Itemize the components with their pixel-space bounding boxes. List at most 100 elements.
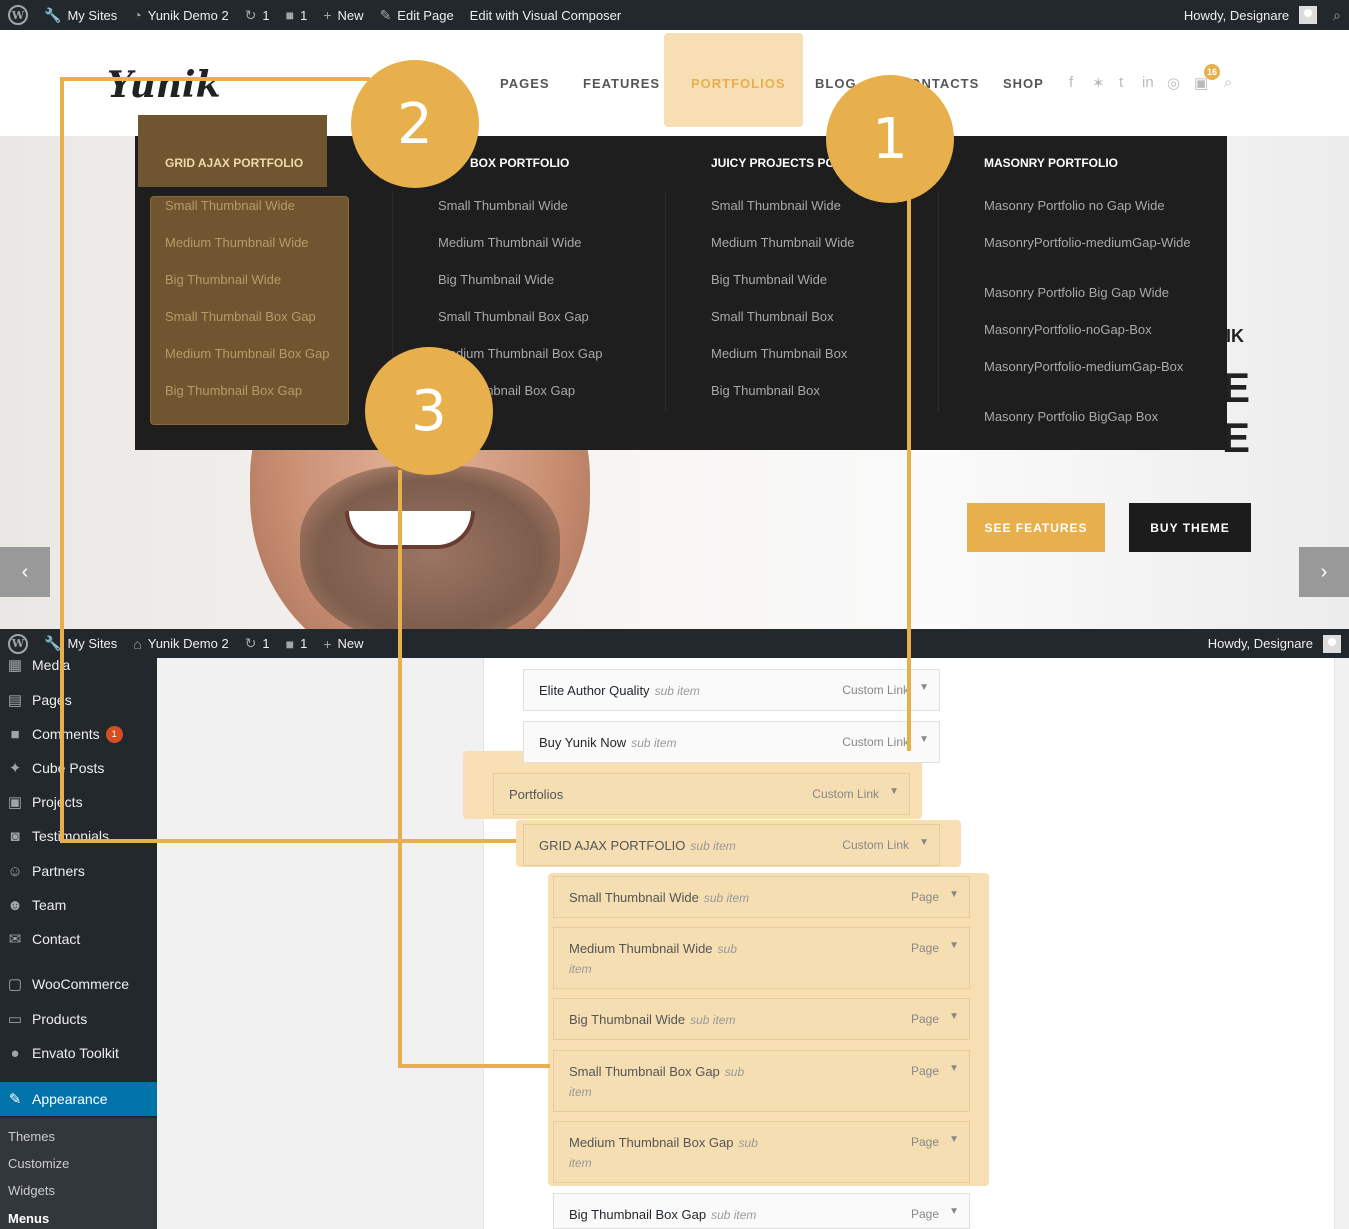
nav-pages[interactable]: PAGES (500, 76, 550, 91)
admin-search[interactable]: ⌕ (1325, 0, 1349, 30)
menu-item[interactable]: Medium Thumbnail Box Gap sub item Page ▼ (553, 1121, 970, 1183)
mega-link[interactable]: Medium Thumbnail Wide (711, 236, 855, 249)
dropdown-arrow-icon[interactable]: ▼ (949, 1206, 959, 1217)
sidebar-item-testimonials[interactable]: ◙ Testimonials (0, 819, 157, 853)
mega-link[interactable]: Medium Thumbnail Box Gap (165, 347, 330, 360)
nav-portfolios[interactable]: PORTFOLIOS (691, 76, 786, 91)
facebook-icon[interactable]: f (1069, 74, 1073, 91)
linkedin-icon[interactable]: in (1142, 74, 1154, 91)
sidebar-item-contact[interactable]: ✉ Contact (0, 922, 157, 956)
site-logo[interactable]: Yunik (107, 64, 221, 106)
dropdown-arrow-icon[interactable]: ▼ (919, 682, 929, 693)
mega-link[interactable]: MasonryPortfolio-noGap-Box (984, 323, 1152, 336)
mega-link[interactable]: Big Thumbnail Wide (711, 273, 827, 286)
account-menu[interactable]: Howdy, Designare (1176, 0, 1325, 30)
slider-next-button[interactable]: › (1299, 547, 1349, 597)
sidebar-item-appearance[interactable]: ✎ Appearance (0, 1082, 157, 1116)
mega-link[interactable]: Big Thumbnail Box (711, 384, 820, 397)
buy-theme-button[interactable]: BUY THEME (1129, 503, 1251, 552)
mega-link[interactable]: Small Thumbnail Wide (711, 199, 841, 212)
dropdown-arrow-icon[interactable]: ▼ (949, 1011, 959, 1022)
wordpress-icon: W (8, 5, 28, 25)
menu-item-title: GRID AJAX PORTFOLIO sub item (539, 838, 736, 853)
menu-item[interactable]: Small Thumbnail Wide sub item Page ▼ (553, 876, 970, 918)
mega-col-title[interactable]: JUICY PROJECTS POR (711, 156, 843, 170)
mega-link[interactable]: Small Thumbnail Box Gap (165, 310, 316, 323)
sidebar-item-partners[interactable]: ☺ Partners (0, 854, 157, 888)
mega-col-title[interactable]: GRID AJAX PORTFOLIO (165, 156, 303, 170)
submenu-customize[interactable]: Customize (8, 1156, 69, 1171)
mega-link[interactable]: Masonry Portfolio Big Gap Wide (984, 286, 1169, 299)
sidebar-item-team[interactable]: ☻ Team (0, 888, 157, 922)
menu-item-title: Medium Thumbnail Wide sub item (569, 941, 737, 982)
menu-item[interactable]: Small Thumbnail Box Gap sub item Page ▼ (553, 1050, 970, 1112)
nav-features[interactable]: FEATURES (583, 76, 660, 91)
sidebar-item-media[interactable]: ▦ Media (0, 648, 157, 682)
menu-item[interactable]: Portfolios Custom Link ▼ (493, 773, 910, 815)
edit-page-link[interactable]: ✎ Edit Page (372, 0, 462, 30)
submenu-widgets[interactable]: Widgets (8, 1183, 55, 1198)
dropdown-arrow-icon[interactable]: ▼ (949, 1063, 959, 1074)
my-sites-menu[interactable]: 🔧 My Sites (36, 0, 125, 30)
comments-menu[interactable]: ■ 1 (278, 629, 316, 659)
sidebar-item-projects[interactable]: ▣ Projects (0, 785, 157, 819)
site-name-menu[interactable]: ◔ Yunik Demo 2 (125, 0, 236, 30)
twitter-icon[interactable]: ✶ (1092, 74, 1105, 92)
mega-link[interactable]: MasonryPortfolio-mediumGap-Box (984, 360, 1194, 373)
tumblr-icon[interactable]: t (1119, 74, 1123, 91)
comments-menu[interactable]: ■ 1 (278, 0, 316, 30)
menu-item[interactable]: Elite Author Quality sub item Custom Link… (523, 669, 940, 711)
pages-icon: ▤ (7, 692, 23, 709)
nav-shop[interactable]: SHOP (1003, 76, 1044, 91)
slider-prev-button[interactable]: ‹ (0, 547, 50, 597)
see-features-button[interactable]: SEE FEATURES (967, 503, 1105, 552)
dropdown-arrow-icon[interactable]: ▼ (889, 786, 899, 797)
submenu-themes[interactable]: Themes (8, 1129, 55, 1144)
sidebar-item-products[interactable]: ▭ Products (0, 1002, 157, 1036)
updates-menu[interactable]: ↻ 1 (237, 0, 278, 30)
sidebar-item-envato-toolkit[interactable]: ● Envato Toolkit (0, 1036, 157, 1070)
new-content-menu[interactable]: + New (315, 0, 371, 30)
visual-composer-link[interactable]: Edit with Visual Composer (462, 0, 630, 30)
menu-item[interactable]: Big Thumbnail Wide sub item Page ▼ (553, 998, 970, 1040)
mega-link[interactable]: Masonry Portfolio BigGap Box (984, 410, 1158, 423)
menu-item[interactable]: Buy Yunik Now sub item Custom Link ▼ (523, 721, 940, 763)
dribbble-icon[interactable]: ◎ (1167, 74, 1180, 92)
pin-icon: ✦ (8, 760, 22, 777)
sidebar-item-pages[interactable]: ▤ Pages (0, 683, 157, 717)
wp-logo-menu[interactable]: W (0, 0, 36, 30)
sidebar-item-woocommerce[interactable]: ▢ WooCommerce (0, 967, 157, 1001)
menu-item[interactable]: Medium Thumbnail Wide sub item Page ▼ (553, 927, 970, 989)
updates-menu[interactable]: ↻ 1 (237, 629, 278, 659)
account-menu[interactable]: Howdy, Designare (1200, 629, 1349, 659)
dropdown-arrow-icon[interactable]: ▼ (919, 734, 929, 745)
submenu-menus[interactable]: Menus (8, 1211, 49, 1226)
mega-link[interactable]: Small Thumbnail Box Gap (438, 310, 589, 323)
dropdown-arrow-icon[interactable]: ▼ (949, 889, 959, 900)
woo-icon: ▢ (7, 976, 23, 993)
menu-item-title: Small Thumbnail Wide sub item (569, 890, 749, 905)
sidebar-item-comments[interactable]: ■ Comments 1 (0, 717, 157, 751)
mega-link[interactable]: Medium Thumbnail Wide (165, 236, 309, 249)
menu-item[interactable]: GRID AJAX PORTFOLIO sub item Custom Link … (523, 824, 940, 866)
mega-link[interactable]: Big Thumbnail Wide (165, 273, 281, 286)
dropdown-arrow-icon[interactable]: ▼ (949, 1134, 959, 1145)
mega-link[interactable]: Medium Thumbnail Box (711, 347, 847, 360)
mega-link[interactable]: Big Thumbnail Box Gap (165, 384, 302, 397)
mega-link[interactable]: Big Thumbnail Wide (438, 273, 554, 286)
mega-link[interactable]: Small Thumbnail Wide (438, 199, 568, 212)
search-icon[interactable]: ⌕ (1224, 74, 1232, 91)
mega-link[interactable]: Small Thumbnail Wide (165, 199, 295, 212)
dropdown-arrow-icon[interactable]: ▼ (919, 837, 929, 848)
new-content-menu[interactable]: + New (315, 629, 371, 659)
mega-col-title[interactable]: BOX PORTFOLIO (470, 156, 569, 170)
menu-item-label: Elite Author Quality (539, 683, 650, 698)
menu-item[interactable]: Big Thumbnail Box Gap sub item Page ▼ (553, 1193, 970, 1229)
mega-link[interactable]: Small Thumbnail Box (711, 310, 834, 323)
dropdown-arrow-icon[interactable]: ▼ (949, 940, 959, 951)
mega-link[interactable]: Medium Thumbnail Wide (438, 236, 582, 249)
mega-col-title[interactable]: MASONRY PORTFOLIO (984, 156, 1118, 170)
mega-link[interactable]: MasonryPortfolio-mediumGap-Wide (984, 236, 1194, 249)
mega-link[interactable]: Masonry Portfolio no Gap Wide (984, 199, 1165, 212)
sidebar-item-cube-posts[interactable]: ✦ Cube Posts (0, 751, 157, 785)
